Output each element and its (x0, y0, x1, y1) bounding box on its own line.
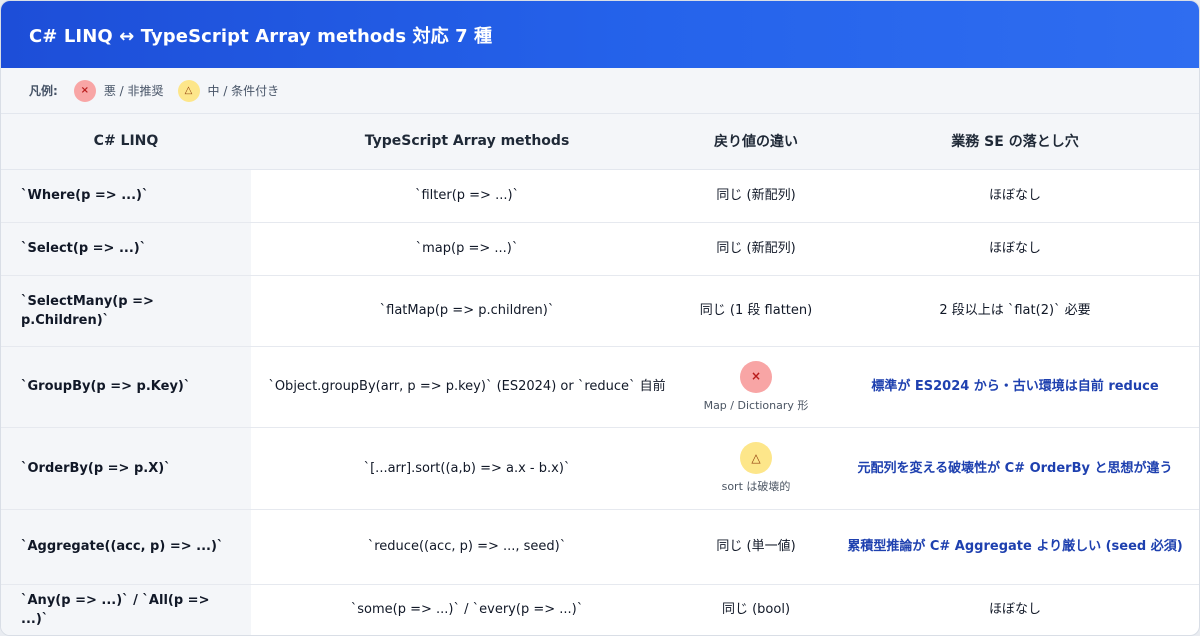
return-diff-cell: 同じ (bool) (721, 602, 791, 618)
header-row: C# LINQ TypeScript Array methods 戻り値の違い … (1, 114, 1199, 170)
pitfall-cell: ほぼなし (829, 169, 1199, 223)
linq-method-cell: `Any(p => ...)` / `All(p => ...)` (1, 584, 251, 635)
legend-item-mid: △ 中 / 条件付き (177, 79, 280, 102)
linq-method-cell: `Select(p => ...)` (1, 222, 251, 276)
ts-method-cell: `some(p => ...)` / `every(p => ...)` (350, 602, 584, 618)
legend-item-label: 悪 / 非推奨 (103, 84, 164, 98)
column-header-return: 戻り値の違い (683, 114, 829, 170)
table-header: C# LINQ TypeScript Array methods 戻り値の違い … (1, 114, 1199, 170)
ts-method-cell: `flatMap(p => p.children)` (251, 275, 683, 347)
comparison-card: C# LINQ ↔ TypeScript Array methods 対応 7 … (0, 0, 1200, 636)
cross-icon: × (73, 79, 96, 102)
table-body: `Where(p => ...)` `filter(p => ...)` 同じ (新… (1, 169, 1199, 635)
table-row: `Where(p => ...)` `filter(p => ...)` 同じ (新… (1, 169, 1199, 223)
ts-method-cell: `filter(p => ...)` (251, 169, 683, 223)
return-diff-content: × Map / Dictionary 形 (697, 360, 815, 413)
linq-method-cell: `GroupBy(p => p.Key)` (1, 346, 251, 428)
table-row: `GroupBy(p => p.Key)` `Object.groupBy(arr… (1, 346, 1199, 428)
return-diff-content: △ sort は破壊的 (697, 442, 815, 494)
page-title: C# LINQ ↔ TypeScript Array methods 対応 7 … (29, 25, 493, 47)
column-header-pitfall: 業務 SE の落とし穴 (829, 114, 1199, 170)
return-diff-cell: 同じ (単一値) (683, 509, 829, 585)
pitfall-cell: 元配列を変える破壊性が C# OrderBy と思想が違う (829, 427, 1199, 510)
legend: 凡例: × 悪 / 非推奨 △ 中 / 条件付き (1, 68, 1199, 114)
pitfall-cell: 2 段以上は `flat(2)` 必要 (829, 275, 1199, 347)
return-diff-cell: 同じ (新配列) (683, 169, 829, 223)
table-row: `Any(p => ...)` / `All(p => ...)` `some(p… (1, 584, 1199, 635)
return-diff-cell: △ sort は破壊的 (683, 427, 829, 510)
column-header-linq: C# LINQ (1, 114, 251, 170)
ts-method-cell: `reduce((acc, p) => ..., seed)` (251, 509, 683, 585)
return-diff-cell: 同じ (新配列) (683, 222, 829, 276)
return-diff-note: Map / Dictionary 形 (703, 398, 809, 412)
legend-label: 凡例: (29, 84, 58, 98)
table-row: `Select(p => ...)` `map(p => ...)` 同じ (新配列… (1, 222, 1199, 276)
linq-method-cell: `Aggregate((acc, p) => ...)` (1, 509, 251, 585)
return-diff-cell: × Map / Dictionary 形 (683, 346, 829, 428)
linq-method-cell: `Where(p => ...)` (1, 169, 251, 223)
return-diff-note: sort は破壊的 (721, 480, 791, 493)
ts-method-cell: `[...arr].sort((a,b) => a.x - b.x)` (251, 427, 683, 510)
cross-icon: × (740, 360, 772, 393)
pitfall-cell: 標準が ES2024 から・古い環境は自前 reduce (829, 346, 1199, 428)
ts-method-cell: `Object.groupBy(arr, p => p.key)` (ES202… (251, 346, 683, 428)
triangle-icon: △ (177, 79, 200, 102)
ts-method-cell: `map(p => ...)` (251, 222, 683, 276)
triangle-icon: △ (740, 442, 772, 474)
pitfall-cell: 累積型推論が C# Aggregate より厳しい (seed 必須) (829, 509, 1199, 585)
table-row: `OrderBy(p => p.X)` `[...arr].sort((a,b) … (1, 427, 1199, 510)
return-diff-cell: 同じ (1 段 flatten) (683, 275, 829, 347)
linq-method-cell: `OrderBy(p => p.X)` (1, 427, 251, 510)
pitfall-cell: ほぼなし (829, 222, 1199, 276)
pitfall-cell: ほぼなし (988, 602, 1041, 618)
table-row: `SelectMany(p => p.Children)` `flatMap(p … (1, 275, 1199, 347)
comparison-table: C# LINQ TypeScript Array methods 戻り値の違い … (1, 114, 1199, 635)
table-row: `Aggregate((acc, p) => ...)` `reduce((acc… (1, 509, 1199, 585)
legend-item-label: 中 / 条件付き (207, 84, 280, 98)
legend-item-bad: × 悪 / 非推奨 (73, 79, 164, 102)
linq-method-cell: `SelectMany(p => p.Children)` (1, 275, 251, 347)
header-bar: C# LINQ ↔ TypeScript Array methods 対応 7 … (1, 1, 1199, 68)
column-header-typescript: TypeScript Array methods (251, 114, 683, 170)
